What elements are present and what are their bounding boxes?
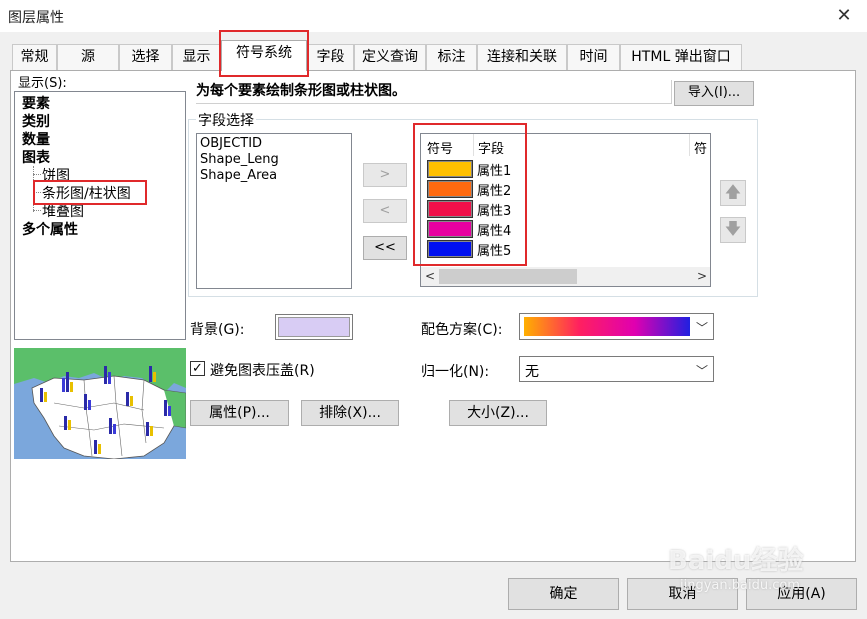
preview-map (14, 348, 186, 459)
tree-item-categories[interactable]: 类别 (22, 111, 50, 131)
map-chart-bar (62, 378, 65, 392)
size-button[interactable]: 大小(Z)... (449, 400, 547, 426)
map-chart-bar (113, 424, 116, 434)
available-field-item[interactable]: OBJECTID (200, 136, 348, 152)
tree-item-quantities[interactable]: 数量 (22, 129, 50, 149)
preview-map-image (14, 348, 186, 459)
tree-item-multiple-attributes[interactable]: 多个属性 (22, 219, 78, 239)
background-color-button[interactable] (275, 314, 353, 340)
highlight-symbology-tab (219, 30, 309, 77)
arrow-up-icon: 🡅 (724, 182, 742, 201)
properties-button[interactable]: 属性(P)... (190, 400, 289, 426)
remove-field-button[interactable]: < (363, 199, 407, 223)
avoid-overlap-checkbox[interactable]: ✓ (190, 361, 205, 376)
chevron-down-icon[interactable]: ﹀ (696, 362, 708, 379)
show-tree: 要素 类别 数量 图表 饼图 条形图/柱状图 堆叠图 多个属性 (14, 91, 186, 340)
map-chart-bar (126, 392, 129, 406)
map-chart-bar (84, 394, 87, 410)
column-header-extra[interactable]: 符 (694, 138, 707, 157)
map-chart-bar (40, 388, 43, 402)
scroll-right-icon[interactable]: > (697, 269, 707, 283)
chevron-down-icon[interactable]: ﹀ (696, 319, 708, 336)
available-field-item[interactable]: Shape_Area (200, 168, 348, 184)
tree-connector (33, 210, 41, 211)
map-chart-bar (164, 400, 167, 416)
map-chart-bar (146, 422, 149, 436)
scroll-left-icon[interactable]: < (425, 269, 435, 283)
remove-all-fields-button[interactable]: << (363, 236, 407, 260)
available-field-item[interactable]: Shape_Leng (200, 152, 348, 168)
background-label: 背景(G): (190, 322, 245, 338)
show-label: 显示(S): (18, 76, 67, 91)
map-chart-bar (153, 372, 156, 382)
column-divider (689, 134, 690, 156)
map-chart-bar (149, 366, 152, 382)
map-chart-bar (168, 406, 171, 416)
map-chart-bar (88, 400, 91, 410)
map-chart-bar (70, 382, 73, 392)
highlight-selected-fields (413, 123, 527, 266)
watermark-url: jingyan.baidu.com (680, 578, 800, 593)
normalization-value: 无 (525, 364, 539, 380)
map-chart-bar (108, 372, 111, 384)
map-chart-bar (66, 372, 69, 392)
map-chart-bar (94, 440, 97, 454)
normalization-select[interactable]: 无 ﹀ (519, 356, 714, 382)
move-up-button[interactable]: 🡅 (720, 180, 746, 206)
color-ramp (524, 317, 690, 336)
tree-item-features[interactable]: 要素 (22, 93, 50, 113)
import-button[interactable]: 导入(I)... (674, 81, 754, 106)
map-chart-bar (150, 426, 153, 436)
normalization-label: 归一化(N): (421, 364, 490, 380)
tree-item-charts[interactable]: 图表 (22, 147, 50, 167)
ok-button[interactable]: 确定 (508, 578, 619, 610)
move-down-button[interactable]: 🡇 (720, 217, 746, 243)
add-field-button[interactable]: > (363, 163, 407, 187)
horizontal-scrollbar[interactable]: < > (421, 267, 710, 286)
watermark-logo: Baidu经验 (668, 546, 804, 576)
map-chart-bar (130, 396, 133, 406)
map-chart-bar (68, 420, 71, 430)
map-chart-bar (64, 416, 67, 430)
map-chart-bar (44, 392, 47, 402)
field-selection-label: 字段选择 (196, 110, 256, 130)
available-fields-list[interactable]: OBJECTID Shape_Leng Shape_Area (196, 133, 352, 289)
highlight-bar-column (33, 180, 147, 205)
scrollbar-thumb[interactable] (439, 269, 577, 284)
exclusion-button[interactable]: 排除(X)... (301, 400, 399, 426)
map-chart-bar (109, 418, 112, 434)
color-scheme-select[interactable]: ﹀ (519, 313, 714, 340)
avoid-overlap-label[interactable]: 避免图表压盖(R) (210, 360, 315, 380)
map-chart-bar (104, 366, 107, 384)
arrow-down-icon: 🡇 (724, 219, 742, 238)
map-chart-bar (98, 444, 101, 454)
symbology-description: 为每个要素绘制条形图或柱状图。 (196, 80, 672, 104)
background-color-swatch (278, 317, 350, 337)
color-scheme-label: 配色方案(C): (421, 322, 503, 338)
tree-connector (33, 174, 41, 175)
